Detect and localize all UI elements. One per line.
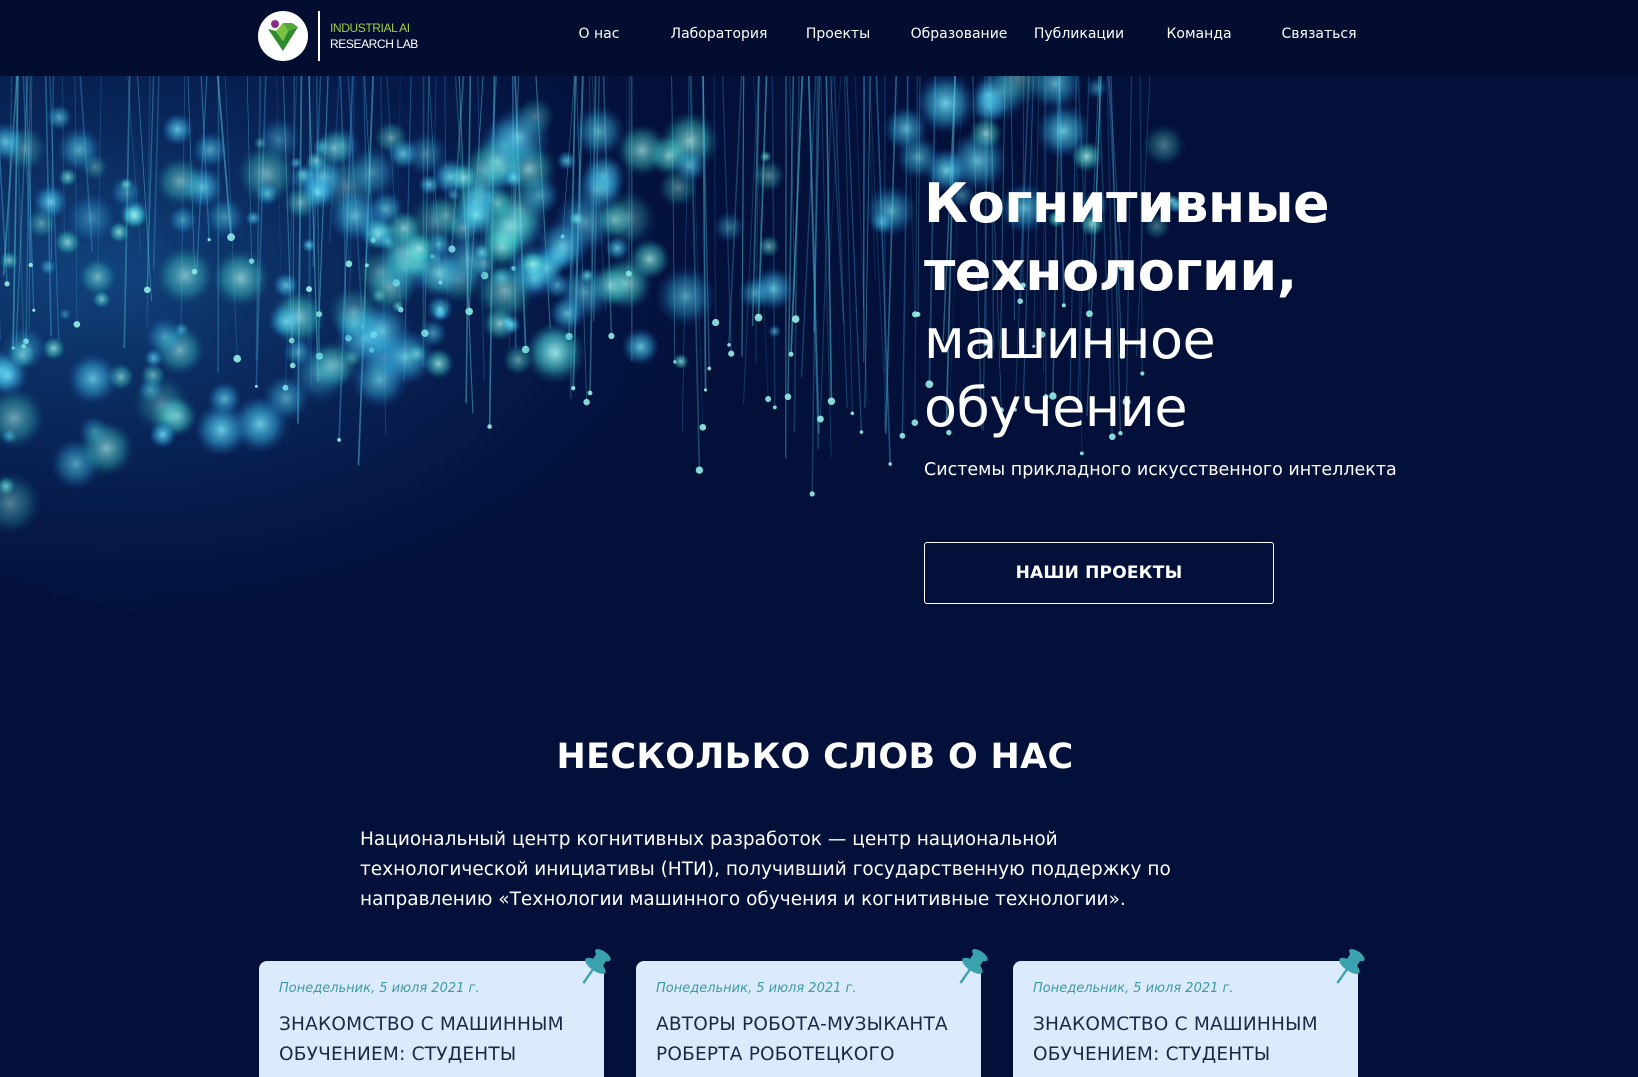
hero-title-line-1: Когнитивные — [924, 172, 1330, 235]
pushpin-icon — [582, 949, 611, 984]
news-card-title[interactable]: ЗНАКОМСТВО С МАШИННЫМ ОБУЧЕНИЕМ: СТУДЕНТ… — [1033, 1010, 1338, 1070]
news-card[interactable]: Понедельник, 5 июля 2021 г. ЗНАКОМСТВО С… — [259, 949, 611, 1077]
news-card-date: Понедельник, 5 июля 2021 г. — [279, 981, 480, 996]
news-card[interactable]: Понедельник, 5 июля 2021 г. ЗНАКОМСТВО С… — [1013, 949, 1365, 1077]
hero-title-line-4: обучение — [924, 376, 1188, 439]
nav-item-education[interactable]: Образование — [911, 26, 1008, 42]
about-section-title: НЕСКОЛЬКО СЛОВ О НАС — [556, 737, 1074, 777]
nav-item-laboratory[interactable]: Лаборатория — [671, 26, 768, 42]
hero-title-line-2: технологии, — [924, 240, 1297, 303]
main-nav: О нас Лаборатория Проекты Образование Пу… — [0, 0, 1638, 72]
news-card-date: Понедельник, 5 июля 2021 г. — [656, 981, 857, 996]
about-description: Национальный центр когнитивных разработо… — [360, 829, 1171, 910]
news-card-title[interactable]: АВТОРЫ РОБОТА-МУЗЫКАНТА РОБЕРТА РОБОТЕЦК… — [656, 1010, 961, 1070]
hero-subtitle: Системы прикладного искусственного интел… — [924, 460, 1397, 480]
our-projects-button[interactable]: НАШИ ПРОЕКТЫ — [924, 542, 1274, 604]
pushpin-icon — [1336, 949, 1365, 984]
nav-item-publications[interactable]: Публикации — [1034, 26, 1124, 42]
news-card[interactable]: Понедельник, 5 июля 2021 г. АВТОРЫ РОБОТ… — [636, 949, 988, 1077]
nav-item-about[interactable]: О нас — [579, 26, 620, 42]
hero-title: Когнитивные технологии, машинное обучени… — [924, 170, 1564, 442]
pushpin-icon — [959, 949, 988, 984]
nav-item-team[interactable]: Команда — [1166, 26, 1231, 42]
news-card-title[interactable]: ЗНАКОМСТВО С МАШИННЫМ ОБУЧЕНИЕМ: СТУДЕНТ… — [279, 1010, 584, 1070]
nav-item-projects[interactable]: Проекты — [806, 26, 870, 42]
nav-item-contact[interactable]: Связаться — [1282, 26, 1357, 42]
news-card-date: Понедельник, 5 июля 2021 г. — [1033, 981, 1234, 996]
site-header: INDUSTRIAL AI RESEARCH LAB О нас Лаборат… — [0, 0, 1638, 76]
hero-title-line-3: машинное — [924, 308, 1216, 371]
